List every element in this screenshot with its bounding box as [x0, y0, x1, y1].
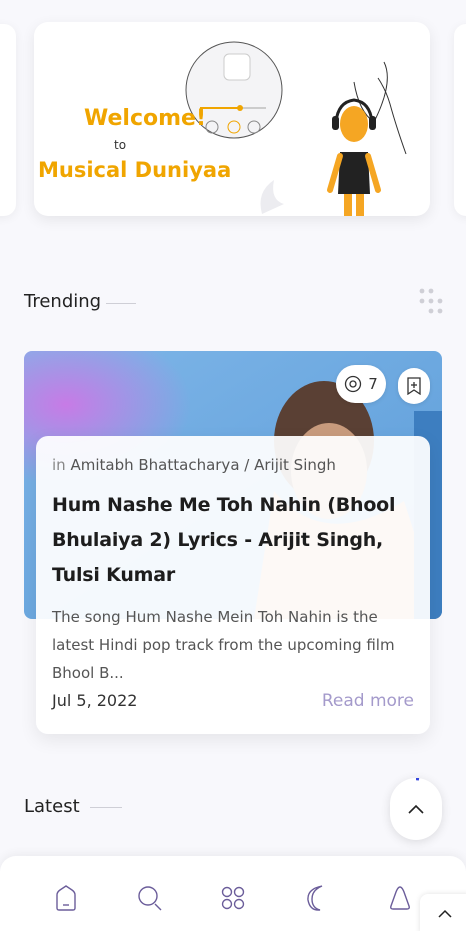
bottom-scroll-up-button[interactable] — [420, 894, 466, 931]
bottom-navigation — [0, 856, 466, 931]
nav-search[interactable] — [134, 880, 166, 916]
nav-categories[interactable] — [217, 880, 249, 916]
post-excerpt: The song Hum Nashe Mein Toh Nahin is the… — [52, 608, 395, 682]
post-categories: in Amitabh Bhattacharya / Arijit Singh — [52, 456, 414, 474]
carousel-slide-next[interactable] — [454, 24, 466, 216]
notification-icon — [390, 886, 410, 910]
eye-icon — [345, 375, 362, 393]
nav-dark-mode[interactable] — [302, 880, 334, 916]
welcome-banner[interactable]: Welcome! to Musical Duniyaa — [34, 22, 430, 216]
banner-welcome-text: Welcome! — [84, 106, 206, 131]
trending-heading-divider — [106, 303, 136, 304]
post-category-links[interactable]: Amitabh Bhattacharya / Arijit Singh — [70, 456, 335, 474]
grid-dots-icon[interactable] — [418, 288, 444, 318]
carousel-slide-prev[interactable] — [0, 24, 16, 216]
post-title[interactable]: Hum Nashe Me Toh Nahin (Bhool Bhulaiya 2… — [52, 488, 414, 593]
latest-heading: Latest — [24, 796, 80, 817]
read-more-link[interactable]: Read more — [322, 691, 414, 711]
trending-post-card[interactable]: in Amitabh Bhattacharya / Arijit Singh H… — [36, 436, 430, 734]
post-category-prefix: in — [52, 456, 66, 474]
banner-to-text: to — [114, 138, 127, 152]
banner-brand-text: Musical Duniyaa — [38, 158, 232, 182]
nav-notifications[interactable] — [384, 880, 416, 916]
search-icon — [138, 886, 162, 911]
nav-home[interactable] — [50, 880, 82, 916]
dark-mode-icon — [307, 885, 323, 911]
home-icon — [56, 885, 76, 911]
categories-icon — [221, 886, 245, 910]
bookmark-button[interactable] — [398, 368, 430, 404]
post-date: Jul 5, 2022 — [52, 691, 138, 710]
views-count: 7 — [368, 375, 378, 393]
trending-heading: Trending — [24, 291, 102, 312]
bookmark-add-icon — [407, 377, 421, 395]
latest-heading-divider — [90, 807, 122, 808]
chevron-up-icon — [438, 909, 452, 918]
scroll-progress-ring — [415, 778, 420, 781]
views-badge: 7 — [336, 365, 386, 403]
